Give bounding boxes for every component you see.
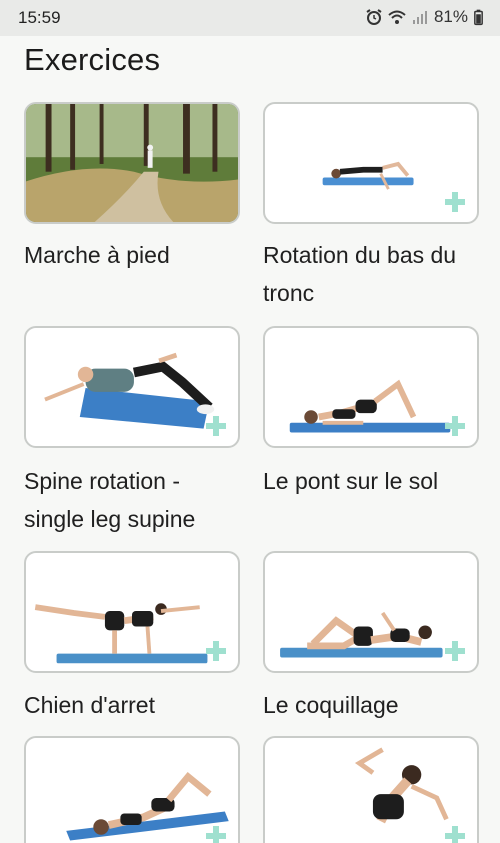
alarm-icon [366,9,382,25]
exercise-card-bridge[interactable] [263,326,479,448]
add-icon[interactable] [445,641,465,661]
exercise-label[interactable]: Le coquillage [263,686,483,724]
status-time: 15:59 [18,8,61,27]
exercise-card-clamshell[interactable] [263,551,479,673]
exercise-card-trunk-rotation[interactable] [263,102,479,224]
status-icons: 81% [365,7,484,27]
battery-icon [474,9,483,26]
exercise-label[interactable]: Le pont sur le sol [263,462,483,500]
add-icon[interactable] [445,416,465,436]
exercise-label[interactable]: Spine rotation - single leg supine [24,462,244,538]
wifi-icon [388,10,406,24]
exercise-card-side-bend[interactable] [263,736,479,843]
add-icon[interactable] [206,826,226,843]
add-icon[interactable] [206,641,226,661]
signal-icon [412,11,427,24]
exercise-label[interactable]: Marche à pied [24,236,244,274]
add-icon[interactable] [445,826,465,843]
add-icon[interactable] [206,416,226,436]
exercise-card-bird-dog[interactable] [24,551,240,673]
exercise-card-supine-stretch[interactable] [24,736,240,843]
exercise-card-walking[interactable] [24,102,240,224]
status-bar: 15:59 81% [0,0,500,36]
exercise-image-forest-walk [26,104,238,222]
exercise-label[interactable]: Rotation du bas du tronc [263,236,483,312]
battery-percent: 81% [433,7,468,26]
exercise-label[interactable]: Chien d'arret [24,686,244,724]
exercise-card-spine-rotation[interactable] [24,326,240,448]
add-icon[interactable] [445,192,465,212]
page-title: Exercices [24,42,161,77]
